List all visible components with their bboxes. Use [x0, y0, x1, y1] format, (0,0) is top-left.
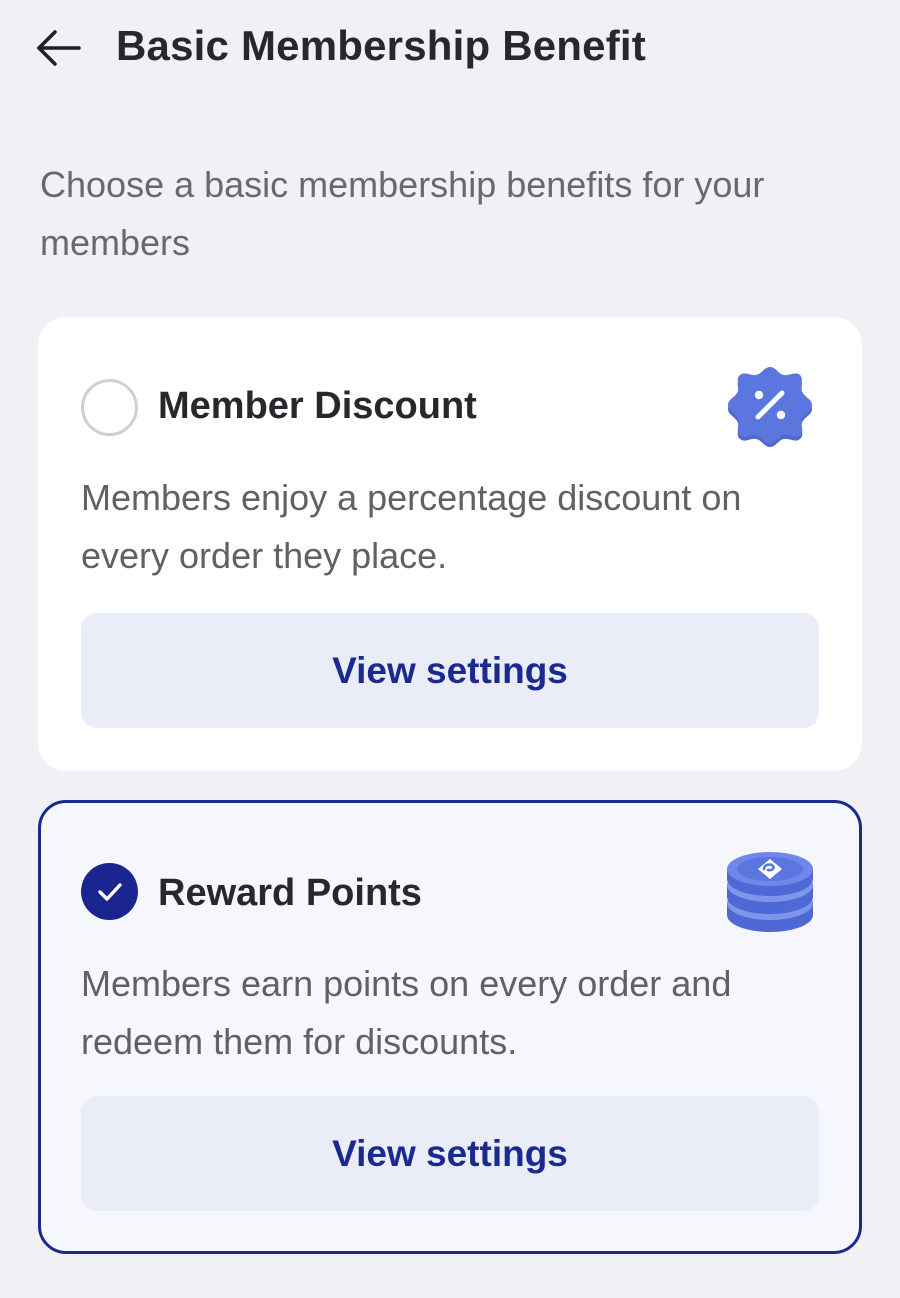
percent-badge-icon	[724, 363, 816, 455]
benefit-description: Members earn points on every order and r…	[81, 963, 732, 1062]
benefit-description: Members enjoy a percentage discount on e…	[81, 477, 742, 576]
radio-unselected[interactable]	[81, 379, 138, 436]
benefit-card-member-discount[interactable]: Member Discount Members enjoy a percenta…	[38, 317, 862, 771]
benefit-title: Reward Points	[158, 872, 422, 914]
back-button[interactable]	[30, 22, 86, 74]
page-title: Basic Membership Benefit	[116, 22, 646, 69]
check-icon	[97, 882, 122, 901]
header: Basic Membership Benefit	[0, 0, 900, 96]
page: Basic Membership Benefit Choose a basic …	[0, 0, 900, 1298]
page-subtitle: Choose a basic membership benefits for y…	[40, 164, 765, 263]
benefit-title: Member Discount	[158, 385, 477, 427]
coin-stack-icon	[724, 847, 816, 939]
arrow-left-icon	[37, 30, 81, 66]
radio-selected[interactable]	[81, 863, 138, 920]
view-settings-button[interactable]: View settings	[81, 1096, 819, 1211]
view-settings-button[interactable]: View settings	[81, 613, 819, 728]
benefit-card-reward-points[interactable]: Reward Points Members earn points on eve…	[38, 800, 862, 1254]
